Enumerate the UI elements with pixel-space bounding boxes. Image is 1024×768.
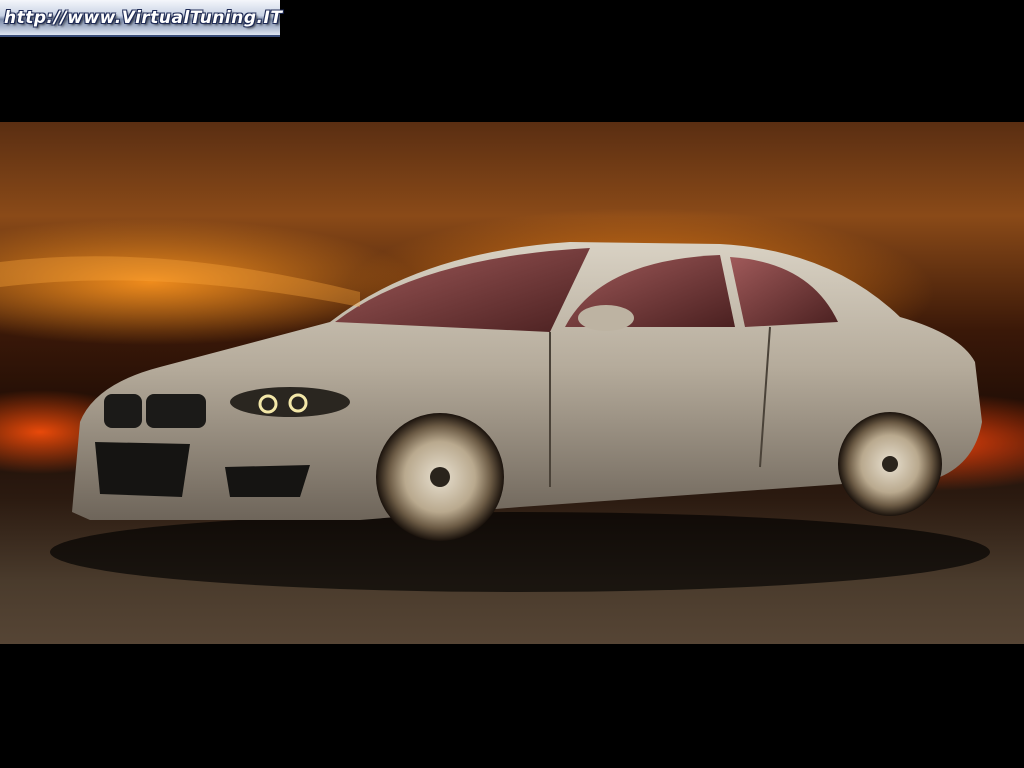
watermark-url-text: http://www.VirtualTuning.IT xyxy=(4,7,283,28)
motion-streak xyxy=(0,256,360,307)
side-air-intake xyxy=(225,465,310,497)
front-wheel-hub xyxy=(430,467,450,487)
grille-right xyxy=(146,394,206,428)
car-shadow xyxy=(50,512,990,592)
car-photo xyxy=(0,122,1024,644)
grille-left xyxy=(104,394,142,428)
front-air-intake xyxy=(95,442,190,497)
car-illustration xyxy=(0,242,990,592)
site-watermark-banner: http://www.VirtualTuning.IT xyxy=(0,0,283,37)
car-mirror xyxy=(578,305,634,331)
rear-wheel-hub xyxy=(882,456,898,472)
